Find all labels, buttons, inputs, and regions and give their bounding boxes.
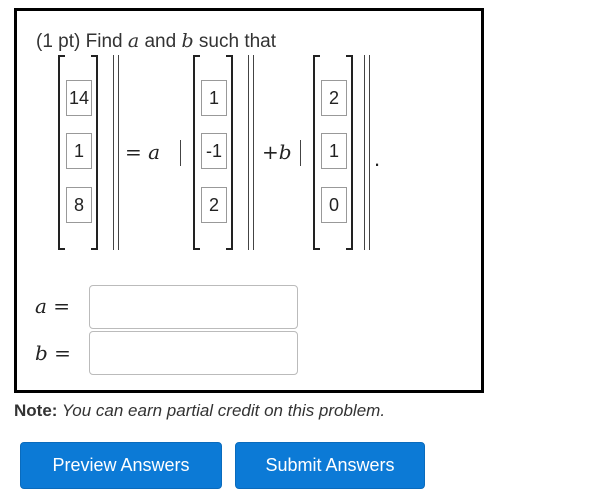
partial-credit-note: Note: You can earn partial credit on thi… bbox=[14, 401, 385, 421]
divider bbox=[369, 55, 370, 250]
v1-entry-3: 2 bbox=[201, 187, 227, 223]
right-bracket bbox=[91, 55, 98, 250]
divider bbox=[118, 55, 119, 250]
v1-vector: 1 -1 2 bbox=[193, 55, 233, 250]
v2-entry-3: 0 bbox=[321, 187, 347, 223]
v1-entry-1: 1 bbox=[201, 80, 227, 116]
lhs-entry-1: 14 bbox=[66, 80, 92, 116]
problem-prompt: (1 pt) Find a and b such that bbox=[36, 30, 276, 53]
lhs-vector: 14 1 8 bbox=[58, 55, 98, 250]
preview-answers-button[interactable]: Preview Answers bbox=[20, 442, 222, 489]
v2-entry-2: 1 bbox=[321, 133, 347, 169]
v2-entry-1: 2 bbox=[321, 80, 347, 116]
prompt-prefix: (1 pt) Find bbox=[36, 31, 128, 52]
equals-a: = a bbox=[125, 140, 161, 164]
right-bracket bbox=[346, 55, 353, 250]
lhs-entry-3: 8 bbox=[66, 187, 92, 223]
divider bbox=[364, 55, 365, 250]
b-answer-input[interactable] bbox=[89, 331, 298, 375]
left-bracket bbox=[58, 55, 65, 250]
divider bbox=[253, 55, 254, 250]
divider bbox=[248, 55, 249, 250]
a-label: a = bbox=[35, 294, 71, 318]
note-text: You can earn partial credit on this prob… bbox=[57, 401, 386, 420]
prompt-suffix: such that bbox=[193, 31, 277, 52]
plus-b: +b bbox=[262, 140, 292, 164]
cursor-mark bbox=[300, 140, 301, 166]
lhs-entry-2: 1 bbox=[66, 133, 92, 169]
prompt-and: and bbox=[139, 31, 182, 52]
note-label: Note: bbox=[14, 401, 58, 420]
left-bracket bbox=[193, 55, 200, 250]
divider bbox=[113, 55, 114, 250]
left-bracket bbox=[313, 55, 320, 250]
submit-answers-button[interactable]: Submit Answers bbox=[235, 442, 425, 489]
cursor-mark bbox=[180, 140, 181, 166]
v1-entry-2: -1 bbox=[201, 133, 227, 169]
b-label: b = bbox=[35, 341, 71, 365]
a-answer-input[interactable] bbox=[89, 285, 298, 329]
var-a: a bbox=[127, 30, 140, 52]
equation-period: . bbox=[374, 146, 381, 171]
var-b: b bbox=[181, 30, 194, 52]
v2-vector: 2 1 0 bbox=[313, 55, 353, 250]
right-bracket bbox=[226, 55, 233, 250]
